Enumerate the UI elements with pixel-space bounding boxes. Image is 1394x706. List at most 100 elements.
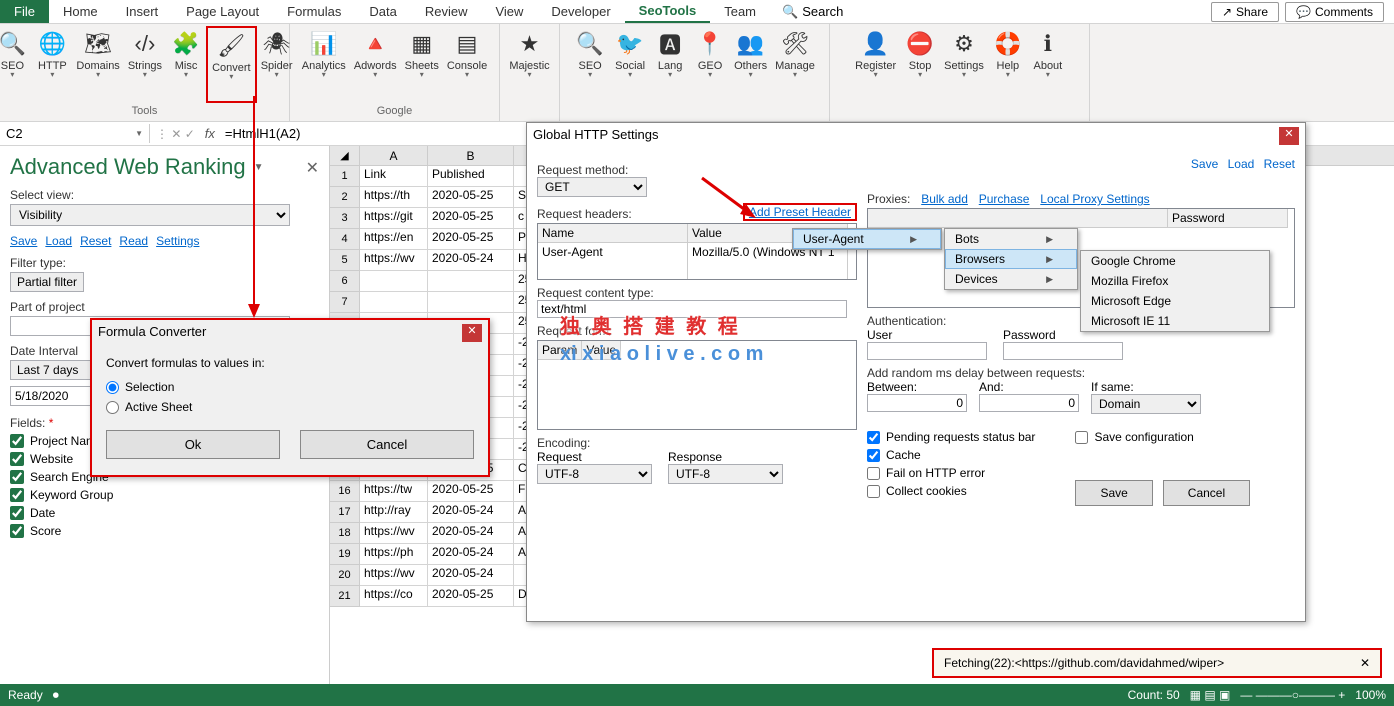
filter-type-button[interactable]: Partial filter <box>10 272 84 292</box>
menu-developer[interactable]: Developer <box>537 0 624 23</box>
seo-icon: 🔍 <box>574 28 606 60</box>
watermark: 独 奥 搭 建 教 程 xi x i a o l i v e . c o m <box>560 310 763 366</box>
fx-buttons[interactable]: ⋮ ✕ ✓ <box>150 127 201 141</box>
menu-firefox[interactable]: Mozilla Firefox <box>1081 271 1269 291</box>
chk-collect[interactable] <box>867 485 880 498</box>
menu-bots[interactable]: Bots▶ <box>945 229 1077 249</box>
http-save-button[interactable]: Save <box>1075 480 1152 506</box>
dialog-close-button[interactable]: ✕ <box>462 324 482 342</box>
chk-date[interactable] <box>10 506 24 520</box>
auth-user-input[interactable] <box>867 342 987 360</box>
cancel-button[interactable]: Cancel <box>300 430 474 459</box>
ribbon-about[interactable]: ℹAbout▾ <box>1028 26 1068 103</box>
chk-cache[interactable] <box>867 449 880 462</box>
menu-team[interactable]: Team <box>710 0 770 23</box>
file-tab[interactable]: File <box>0 0 49 23</box>
chk-savecfg[interactable] <box>1075 431 1088 444</box>
enc-response-select[interactable]: UTF-8 <box>668 464 783 484</box>
request-method-select[interactable]: GET <box>537 177 647 197</box>
comments-button[interactable]: 💬Comments <box>1285 2 1384 22</box>
menu-insert[interactable]: Insert <box>112 0 173 23</box>
proxy-purchase[interactable]: Purchase <box>979 192 1030 206</box>
auth-password-input[interactable] <box>1003 342 1123 360</box>
name-box[interactable]: C2▼ <box>0 124 150 143</box>
link-save[interactable]: Save <box>10 234 37 248</box>
link-reset[interactable]: Reset <box>80 234 111 248</box>
status-zoom[interactable]: 100% <box>1355 688 1386 702</box>
link-read[interactable]: Read <box>119 234 148 248</box>
view-icons[interactable]: ▦ ▤ ▣ <box>1190 688 1231 702</box>
chk-website[interactable] <box>10 452 24 466</box>
fetching-close-icon[interactable]: ✕ <box>1360 656 1370 670</box>
menu-view[interactable]: View <box>481 0 537 23</box>
chk-keyword-group[interactable] <box>10 488 24 502</box>
ribbon-spider[interactable]: 🕷Spider▾ <box>257 26 297 103</box>
chk-search-engine[interactable] <box>10 470 24 484</box>
menu-user-agent[interactable]: User-Agent▶ <box>793 229 941 249</box>
menu-ie11[interactable]: Microsoft IE 11 <box>1081 311 1269 331</box>
ribbon-settings[interactable]: ⚙Settings▾ <box>940 26 988 103</box>
delay-ifsame[interactable]: Domain <box>1091 394 1201 414</box>
select-view-label: Select view: <box>10 188 319 202</box>
delay-between[interactable] <box>867 394 967 412</box>
http-save-link[interactable]: Save <box>1191 157 1218 171</box>
ribbon-console[interactable]: ▤Console▾ <box>443 26 491 103</box>
col-header-b[interactable]: B <box>428 146 514 165</box>
menu-search[interactable]: 🔍Search <box>770 0 855 24</box>
http-load-link[interactable]: Load <box>1228 157 1255 171</box>
encoding-label: Encoding: <box>537 436 857 450</box>
ribbon-lang[interactable]: 🅰Lang▾ <box>650 26 690 103</box>
ribbon-manage[interactable]: 🛠Manage▾ <box>771 26 819 103</box>
ribbon-analytics[interactable]: 📊Analytics▾ <box>298 26 350 103</box>
preset-menu-2[interactable]: Bots▶ Browsers▶ Devices▶ <box>944 228 1078 290</box>
ok-button[interactable]: Ok <box>106 430 280 459</box>
menu-review[interactable]: Review <box>411 0 482 23</box>
ribbon-convert[interactable]: 🖌Convert▾ <box>206 26 257 103</box>
ribbon-geo[interactable]: 📍GEO▾ <box>690 26 730 103</box>
col-header-a[interactable]: A <box>360 146 428 165</box>
menu-seotools[interactable]: SeoTools <box>625 0 711 23</box>
ribbon-register[interactable]: 👤Register▾ <box>851 26 900 103</box>
ribbon-strings[interactable]: ‹/›Strings▾ <box>124 26 166 103</box>
ribbon-others[interactable]: 👥Others▾ <box>730 26 771 103</box>
chk-fail[interactable] <box>867 467 880 480</box>
delay-and[interactable] <box>979 394 1079 412</box>
ribbon-stop[interactable]: ⛔Stop▾ <box>900 26 940 103</box>
proxy-bulk-add[interactable]: Bulk add <box>921 192 968 206</box>
ribbon-http[interactable]: 🌐HTTP▾ <box>32 26 72 103</box>
menu-devices[interactable]: Devices▶ <box>945 269 1077 289</box>
radio-selection[interactable] <box>106 381 119 394</box>
radio-active-sheet[interactable] <box>106 401 119 414</box>
preset-menu-3[interactable]: Google Chrome Mozilla Firefox Microsoft … <box>1080 250 1270 332</box>
menu-page-layout[interactable]: Page Layout <box>172 0 273 23</box>
menu-data[interactable]: Data <box>355 0 410 23</box>
menu-browsers[interactable]: Browsers▶ <box>945 249 1077 269</box>
ribbon-majestic[interactable]: ★Majestic▾ <box>505 26 553 103</box>
proxy-local-settings[interactable]: Local Proxy Settings <box>1040 192 1149 206</box>
http-dialog-close[interactable]: ✕ <box>1279 127 1299 145</box>
enc-request-select[interactable]: UTF-8 <box>537 464 652 484</box>
ribbon-help[interactable]: 🛟Help▾ <box>988 26 1028 103</box>
ribbon-seo[interactable]: 🔍SEO▾ <box>0 26 32 103</box>
share-button[interactable]: ↗Share <box>1211 2 1279 22</box>
comments-icon: 💬 <box>1296 5 1311 19</box>
chk-project-name[interactable] <box>10 434 24 448</box>
menu-home[interactable]: Home <box>49 0 112 23</box>
chk-score[interactable] <box>10 524 24 538</box>
link-settings[interactable]: Settings <box>156 234 199 248</box>
http-cancel-button[interactable]: Cancel <box>1163 480 1250 506</box>
ribbon-seo[interactable]: 🔍SEO▾ <box>570 26 610 103</box>
panel-close-icon[interactable]: ✕ <box>306 158 319 178</box>
ribbon-social[interactable]: 🐦Social▾ <box>610 26 650 103</box>
menu-formulas[interactable]: Formulas <box>273 0 355 23</box>
menu-edge[interactable]: Microsoft Edge <box>1081 291 1269 311</box>
ribbon-misc[interactable]: 🧩Misc▾ <box>166 26 206 103</box>
ribbon-adwords[interactable]: 🔺Adwords▾ <box>350 26 401 103</box>
preset-menu-1[interactable]: User-Agent▶ <box>792 228 942 250</box>
menu-chrome[interactable]: Google Chrome <box>1081 251 1269 271</box>
chk-pending[interactable] <box>867 431 880 444</box>
http-reset-link[interactable]: Reset <box>1264 157 1295 171</box>
link-load[interactable]: Load <box>45 234 72 248</box>
ribbon-domains[interactable]: 🗺Domains▾ <box>72 26 123 103</box>
ribbon-sheets[interactable]: ▦Sheets▾ <box>401 26 443 103</box>
